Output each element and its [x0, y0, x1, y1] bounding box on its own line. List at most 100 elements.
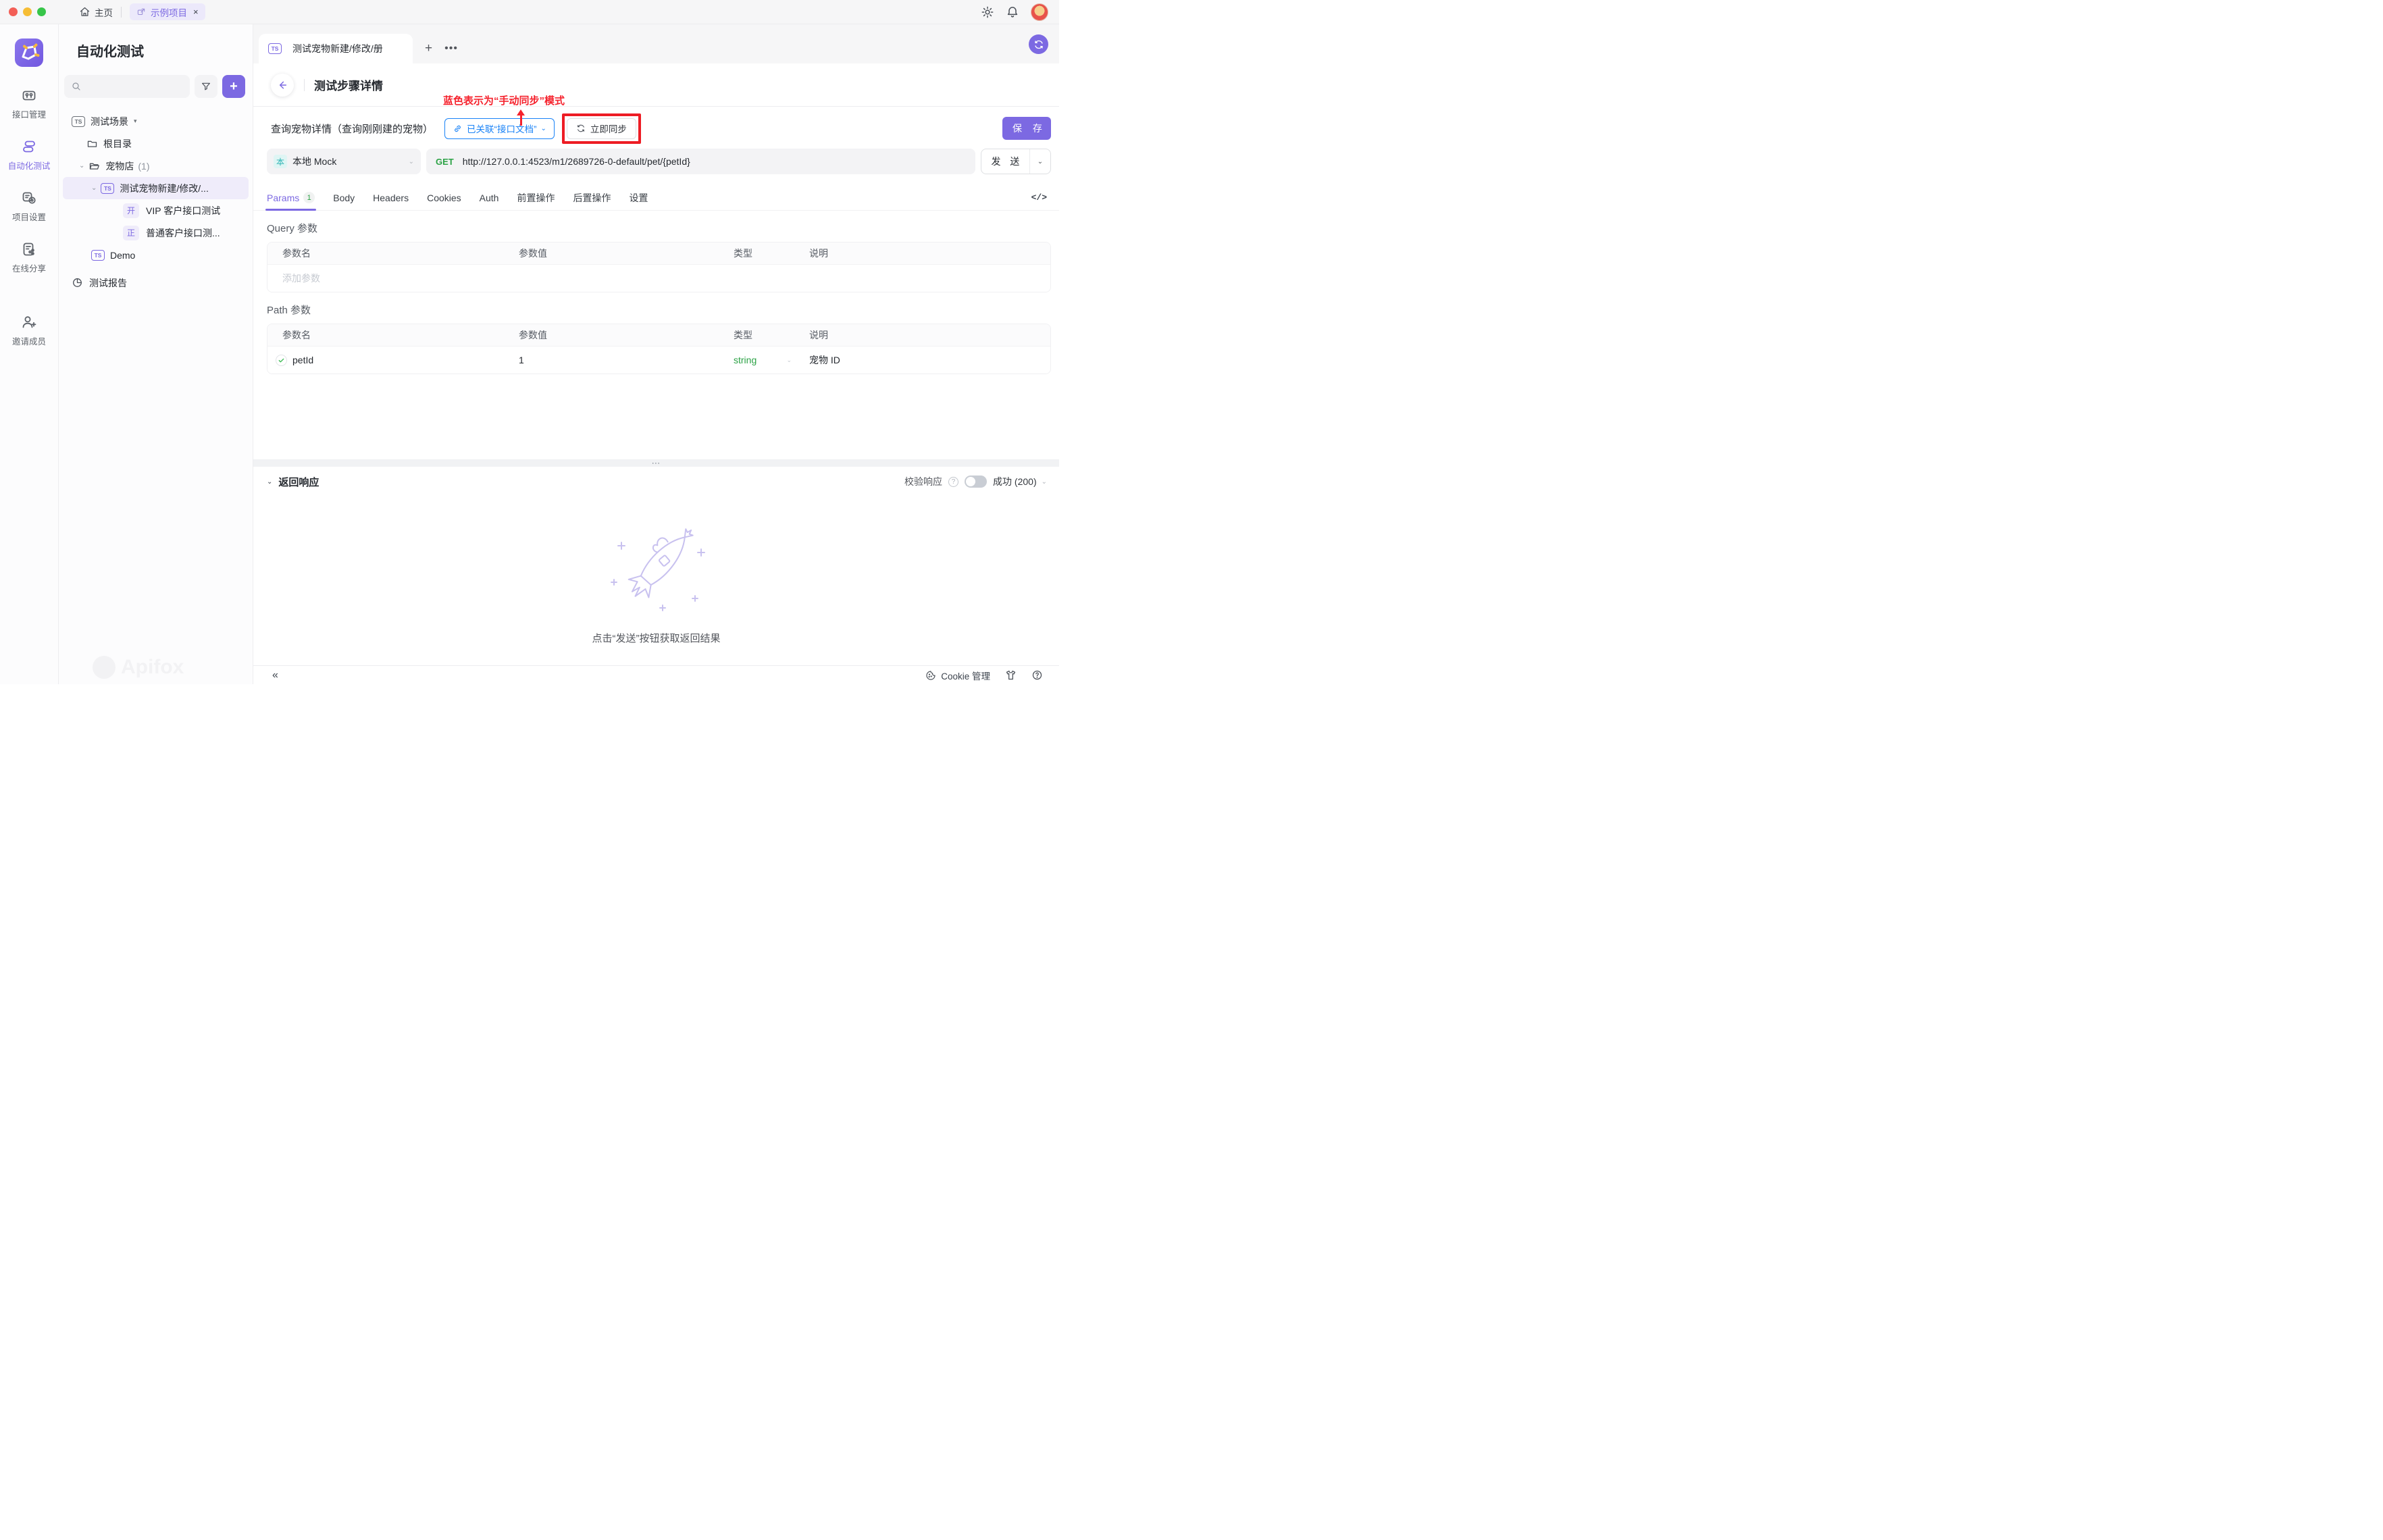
test-scenario-icon: TS	[101, 183, 114, 194]
sidebar-item-api-management[interactable]: 接口管理	[0, 87, 58, 120]
document-tab-label: 测试宠物新建/修改/册	[292, 42, 383, 55]
environment-select[interactable]: 本 本地 Mock ⌄	[267, 149, 421, 174]
collapse-sidebar-icon[interactable]: «	[272, 670, 278, 681]
new-scenario-button[interactable]: +	[222, 75, 245, 98]
column-header: 说明	[801, 247, 1050, 260]
tree-item-label: VIP 客户接口测试	[146, 204, 220, 217]
tree-item-test-scenarios[interactable]: TS 测试场景 ▾	[63, 110, 249, 132]
sync-now-button[interactable]: 立即同步	[567, 118, 636, 139]
search-icon	[71, 81, 82, 92]
add-param-row[interactable]: 添加参数	[267, 265, 1050, 292]
status-bar: « Cookie 管理	[253, 665, 1059, 684]
sidebar-item-online-share[interactable]: 在线分享	[0, 241, 58, 274]
project-tab-close-icon[interactable]: ×	[193, 7, 199, 17]
link-icon	[453, 124, 463, 134]
filter-funnel-icon	[201, 81, 211, 92]
ts-folder-icon: TS	[72, 116, 85, 127]
folder-open-icon	[88, 160, 100, 172]
tab-settings[interactable]: 设置	[629, 185, 648, 211]
send-options-caret-icon[interactable]: ⌄	[1030, 149, 1050, 174]
close-window-icon[interactable]	[9, 7, 18, 16]
chevron-down-icon: ⌄	[541, 125, 546, 132]
invite-members-icon	[21, 314, 37, 330]
plus-icon: +	[230, 80, 238, 93]
minimize-window-icon[interactable]	[23, 7, 32, 16]
param-type-select[interactable]: string ⌄	[734, 355, 801, 365]
back-button[interactable]	[271, 74, 294, 97]
code-view-icon[interactable]: </>	[1031, 192, 1047, 203]
filter-button[interactable]	[195, 75, 217, 98]
sidebar-item-automated-testing[interactable]: 自动化测试	[0, 138, 58, 172]
search-input[interactable]	[64, 75, 190, 98]
linked-api-doc-label: 已关联“接口文档”	[467, 122, 537, 135]
tree-item-normal-client-test[interactable]: 正 普通客户接口测...	[63, 222, 249, 244]
online-share-icon	[21, 241, 37, 257]
tab-auth[interactable]: Auth	[480, 185, 499, 211]
home-icon	[79, 6, 91, 18]
send-button[interactable]: 发 送 ⌄	[981, 149, 1051, 174]
param-description[interactable]: 宠物 ID	[801, 353, 1050, 367]
tree-item-vip-client-test[interactable]: 开 VIP 客户接口测试	[63, 199, 249, 222]
response-empty-state: 点击“发送”按钮获取返回结果	[253, 496, 1059, 665]
save-button[interactable]: 保 存	[1002, 117, 1051, 140]
pane-resize-handle[interactable]: ⋯	[253, 459, 1059, 467]
tab-body[interactable]: Body	[333, 185, 355, 211]
query-params-title: Query 参数	[267, 221, 1051, 235]
apifox-watermark-logo	[93, 656, 116, 679]
linked-api-doc-button[interactable]: 已关联“接口文档” ⌄	[444, 118, 555, 139]
settings-gear-icon[interactable]	[981, 5, 994, 19]
tree-item-test-reports[interactable]: 测试报告	[63, 272, 249, 294]
tab-label: 前置操作	[517, 191, 555, 205]
project-tab[interactable]: 示例项目 ×	[130, 3, 205, 20]
tree-item-pet-store[interactable]: ⌄ 宠物店 (1)	[63, 155, 249, 177]
chevron-down-icon: ⌄	[1042, 478, 1047, 486]
tree-item-test-pet-crud[interactable]: ⌄ TS 测试宠物新建/修改/...	[63, 177, 249, 199]
chevron-down-icon[interactable]: ⌄	[79, 162, 84, 170]
tab-headers[interactable]: Headers	[373, 185, 409, 211]
request-url-input[interactable]: GET http://127.0.0.1:4523/m1/2689726-0-d…	[426, 149, 975, 174]
path-params-table: 参数名 参数值 类型 说明 petId 1	[267, 324, 1051, 374]
notifications-bell-icon[interactable]	[1006, 5, 1019, 19]
traffic-lights	[0, 7, 59, 16]
document-tab-strip: TS 测试宠物新建/修改/册 + •••	[253, 24, 1059, 63]
caret-down-icon[interactable]: ▾	[134, 118, 137, 125]
new-tab-button[interactable]: +	[425, 34, 432, 63]
tab-more-menu-icon[interactable]: •••	[444, 34, 458, 63]
external-project-icon	[136, 7, 146, 17]
response-status-select[interactable]: 成功 (200) ⌄	[993, 475, 1047, 488]
apifox-watermark-text: Apifox	[121, 656, 184, 679]
maximize-window-icon[interactable]	[37, 7, 46, 16]
tree-item-label: 测试宠物新建/修改/...	[120, 182, 208, 195]
chevron-down-icon[interactable]: ⌄	[91, 184, 97, 192]
help-circle-icon[interactable]	[1031, 669, 1043, 681]
tab-pre-operations[interactable]: 前置操作	[517, 185, 555, 211]
param-enabled-check-icon[interactable]	[276, 355, 287, 366]
param-value[interactable]: 1	[504, 355, 734, 365]
param-name[interactable]: petId	[292, 355, 313, 365]
tab-label: Params	[267, 192, 299, 203]
tab-params[interactable]: Params 1	[267, 185, 315, 211]
annotation-highlight-box: 立即同步	[562, 113, 641, 144]
tree-item-root-folder[interactable]: 根目录	[63, 132, 249, 155]
tree-item-demo[interactable]: TS Demo	[63, 244, 249, 266]
folder-icon	[86, 138, 98, 149]
params-count-badge: 1	[303, 192, 315, 203]
add-param-placeholder[interactable]: 添加参数	[267, 272, 504, 285]
tree-item-label: 宠物店	[105, 159, 134, 173]
collapse-response-icon[interactable]: ⌄	[267, 478, 272, 486]
global-sync-button[interactable]	[1029, 34, 1048, 54]
active-document-tab[interactable]: TS 测试宠物新建/修改/册	[259, 34, 413, 63]
help-circle-icon[interactable]: ?	[948, 477, 958, 487]
tab-cookies[interactable]: Cookies	[427, 185, 461, 211]
home-button[interactable]: 主页	[79, 5, 113, 19]
user-avatar[interactable]	[1031, 3, 1048, 21]
tab-post-operations[interactable]: 后置操作	[573, 185, 611, 211]
validate-response-toggle[interactable]	[965, 476, 987, 488]
annotation-text: 蓝色表示为“手动同步”模式	[443, 93, 565, 107]
column-header: 参数名	[267, 247, 504, 260]
sidebar-item-project-settings[interactable]: 项目设置	[0, 190, 58, 223]
sidebar-item-invite-members[interactable]: 邀请成员	[0, 314, 58, 347]
theme-tshirt-icon[interactable]	[1005, 669, 1017, 681]
cookie-manager-button[interactable]: Cookie 管理	[925, 669, 990, 682]
sync-icon	[576, 124, 586, 133]
